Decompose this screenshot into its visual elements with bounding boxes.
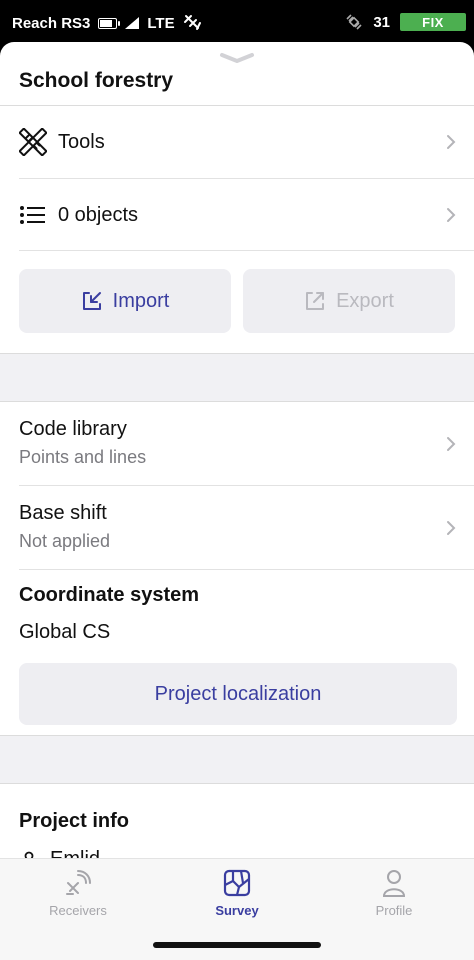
code-library-value: Points and lines xyxy=(19,447,147,467)
divider xyxy=(19,569,474,570)
section-separator xyxy=(0,354,474,401)
project-info-title: Project info xyxy=(19,810,130,832)
nav-receivers[interactable]: Receivers xyxy=(18,869,138,918)
nav-profile-label: Profile xyxy=(375,903,413,918)
tools-label: Tools xyxy=(58,130,105,153)
code-library-title: Code library xyxy=(19,418,127,440)
nav-survey-label: Survey xyxy=(215,903,259,918)
import-button[interactable]: Import xyxy=(19,269,231,333)
nav-survey[interactable]: Survey xyxy=(177,869,297,918)
objects-label: 0 objects xyxy=(58,203,139,226)
section-separator xyxy=(0,736,474,783)
sheet-grabber-chevron-icon[interactable] xyxy=(219,52,255,64)
project-localization-button[interactable]: Project localization xyxy=(19,663,457,725)
tools-row[interactable]: Tools xyxy=(0,106,474,178)
chevron-right-icon xyxy=(447,208,456,222)
survey-map-icon xyxy=(223,869,251,897)
project-title: School forestry xyxy=(19,69,174,92)
signal-icon xyxy=(125,17,140,29)
battery-icon xyxy=(98,17,121,29)
divider xyxy=(19,250,474,251)
base-shift-text: Base shift Not applied xyxy=(19,502,110,552)
export-icon xyxy=(306,292,325,310)
code-library-text: Code library Points and lines xyxy=(19,418,146,468)
base-shift-row[interactable]: Base shift Not applied xyxy=(0,486,474,569)
receiver-icon xyxy=(66,870,91,895)
nav-receivers-label: Receivers xyxy=(49,903,107,918)
home-indicator xyxy=(153,942,321,948)
export-button[interactable]: Export xyxy=(243,269,455,333)
list-icon xyxy=(20,206,45,224)
profile-icon xyxy=(382,870,406,897)
carrier-name: Reach RS3 xyxy=(12,14,91,32)
objects-row[interactable]: 0 objects xyxy=(0,179,474,251)
import-label: Import xyxy=(112,289,170,312)
network-label: LTE xyxy=(147,14,175,32)
code-library-row[interactable]: Code library Points and lines xyxy=(0,402,474,485)
divider xyxy=(0,783,474,784)
export-label: Export xyxy=(336,289,394,312)
nav-profile[interactable]: Profile xyxy=(334,869,454,918)
chevron-right-icon xyxy=(447,135,456,149)
status-bar: Reach RS3 LTE 31 FIX xyxy=(0,0,474,46)
coordinate-system-title: Coordinate system xyxy=(19,584,200,606)
satellite-icon xyxy=(346,14,362,30)
base-shift-value: Not applied xyxy=(19,531,111,551)
rtk-antenna-icon xyxy=(183,15,201,30)
status-right: 31 FIX xyxy=(345,13,466,31)
project-localization-label: Project localization xyxy=(154,682,322,705)
satellite-count: 31 xyxy=(373,13,390,31)
base-shift-title: Base shift xyxy=(19,502,107,524)
import-icon xyxy=(82,292,101,310)
chevron-right-icon xyxy=(447,520,456,535)
status-left: Reach RS3 LTE xyxy=(12,14,203,32)
chevron-right-icon xyxy=(447,436,456,451)
fix-status-badge: FIX xyxy=(400,13,466,31)
project-sheet: School forestry Tools 0 objects Import E… xyxy=(0,42,474,959)
tools-icon xyxy=(19,128,47,156)
coordinate-system-value: Global CS xyxy=(19,621,111,643)
